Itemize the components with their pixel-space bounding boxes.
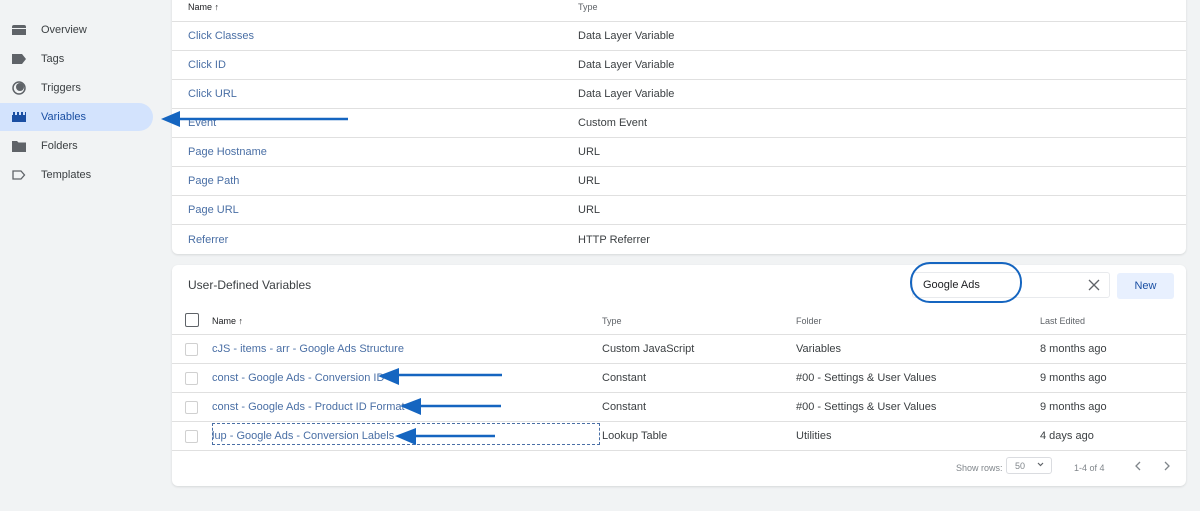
- variable-name-link[interactable]: Page Path: [188, 175, 239, 187]
- variable-name-link[interactable]: const - Google Ads - Conversion ID: [212, 372, 384, 384]
- template-icon: [11, 167, 27, 183]
- variable-name-link[interactable]: cJS - items - arr - Google Ads Structure: [212, 343, 404, 355]
- variable-last-edited: 8 months ago: [1040, 343, 1107, 355]
- chevron-down-icon: [1036, 460, 1045, 471]
- section-title: User-Defined Variables: [188, 278, 312, 292]
- variable-type: URL: [578, 175, 601, 187]
- variable-last-edited: 9 months ago: [1040, 401, 1107, 413]
- sidebar-item-label: Folders: [41, 140, 78, 152]
- sidebar: Overview Tags Triggers Variables Folders…: [0, 0, 160, 511]
- variables-icon: [11, 109, 27, 125]
- variable-type: Custom JavaScript: [602, 343, 695, 355]
- sidebar-item-label: Overview: [41, 24, 87, 36]
- variable-type: Custom Event: [578, 117, 648, 129]
- new-variable-button[interactable]: New: [1117, 273, 1174, 299]
- variable-type: URL: [578, 204, 601, 216]
- show-rows-label: Show rows:: [956, 463, 1003, 473]
- row-checkbox[interactable]: [185, 429, 198, 443]
- sidebar-item-triggers[interactable]: Triggers: [0, 74, 153, 102]
- chevron-left-icon[interactable]: [1131, 459, 1145, 473]
- close-icon[interactable]: [1086, 277, 1102, 293]
- variable-type: Constant: [602, 372, 647, 384]
- table-header: Name ↑ Type: [172, 0, 1186, 22]
- variable-name-link[interactable]: Page URL: [188, 204, 239, 216]
- pagination-range: 1-4 of 4: [1074, 463, 1105, 473]
- variable-last-edited: 4 days ago: [1040, 430, 1094, 442]
- variable-type: HTTP Referrer: [578, 233, 650, 246]
- trigger-icon: [11, 80, 27, 96]
- table-row: Page Path URL: [172, 167, 1186, 196]
- variable-name-link[interactable]: Click Classes: [188, 30, 254, 42]
- variable-type: Data Layer Variable: [578, 30, 675, 42]
- sort-arrow-icon: ↑: [214, 2, 220, 12]
- chevron-right-icon[interactable]: [1160, 459, 1174, 473]
- user-defined-variables-card: User-Defined Variables Google Ads New Na…: [172, 262, 1186, 486]
- variable-name-link[interactable]: Click URL: [188, 88, 237, 100]
- variable-folder: #00 - Settings & User Values: [796, 401, 937, 413]
- variable-last-edited: 9 months ago: [1040, 372, 1107, 384]
- variable-type: Data Layer Variable: [578, 88, 675, 100]
- sidebar-item-folders[interactable]: Folders: [0, 132, 153, 160]
- variable-type: Constant: [602, 401, 647, 413]
- table-row: cJS - items - arr - Google Ads Structure…: [172, 335, 1186, 364]
- variable-folder: #00 - Settings & User Values: [796, 372, 937, 384]
- table-row: const - Google Ads - Product ID Format C…: [172, 393, 1186, 422]
- sidebar-item-variables[interactable]: Variables: [0, 103, 153, 131]
- variable-name-link[interactable]: Referrer: [188, 234, 228, 246]
- table-row: Click Classes Data Layer Variable: [172, 22, 1186, 51]
- variable-type: Lookup Table: [602, 430, 668, 442]
- variable-type: URL: [578, 146, 601, 158]
- column-header-folder[interactable]: Folder: [796, 316, 822, 326]
- sort-arrow-icon: ↑: [238, 316, 244, 326]
- table-row: Page URL URL: [172, 196, 1186, 225]
- variable-folder: Variables: [796, 343, 842, 355]
- rows-per-page-select[interactable]: 50: [1006, 457, 1052, 474]
- table-row: Event Custom Event: [172, 109, 1186, 138]
- sidebar-item-overview[interactable]: Overview: [0, 16, 153, 44]
- table-row: const - Google Ads - Conversion ID Const…: [172, 364, 1186, 393]
- sidebar-item-label: Variables: [41, 111, 87, 123]
- variable-folder: Utilities: [796, 430, 832, 442]
- row-checkbox[interactable]: [185, 371, 198, 385]
- variable-type: Data Layer Variable: [578, 59, 675, 71]
- column-header-type[interactable]: Type: [578, 2, 598, 12]
- table-row: lup - Google Ads - Conversion Labels Loo…: [172, 422, 1186, 451]
- table-row: Referrer HTTP Referrer: [172, 225, 1186, 254]
- overview-icon: [11, 22, 27, 38]
- builtin-variables-card: Name ↑ Type Click Classes Data Layer Var…: [172, 0, 1186, 254]
- variable-name-link[interactable]: Page Hostname: [188, 146, 267, 158]
- column-header-name[interactable]: Name ↑: [212, 316, 243, 326]
- variable-name-link[interactable]: Event: [188, 117, 216, 129]
- folder-icon: [11, 138, 27, 154]
- column-header-last-edited[interactable]: Last Edited: [1040, 316, 1085, 326]
- sidebar-item-tags[interactable]: Tags: [0, 45, 153, 73]
- select-all-checkbox[interactable]: [185, 313, 199, 327]
- column-header-type[interactable]: Type: [602, 316, 622, 326]
- tag-icon: [11, 51, 27, 67]
- row-checkbox[interactable]: [185, 342, 198, 356]
- table-row: Click ID Data Layer Variable: [172, 51, 1186, 80]
- pagination-footer: Show rows: 50 1-4 of 4: [172, 456, 1186, 480]
- variable-name-link[interactable]: lup - Google Ads - Conversion Labels: [212, 430, 394, 442]
- variable-name-link[interactable]: const - Google Ads - Product ID Format: [212, 401, 405, 413]
- sidebar-item-label: Tags: [41, 53, 65, 65]
- table-header: Name ↑ Type Folder Last Edited: [172, 305, 1186, 335]
- table-row: Click URL Data Layer Variable: [172, 80, 1186, 109]
- sidebar-item-label: Templates: [41, 169, 92, 181]
- search-value: Google Ads: [923, 279, 980, 291]
- sidebar-item-label: Triggers: [41, 82, 81, 94]
- sidebar-item-templates[interactable]: Templates: [0, 161, 153, 189]
- table-row: Page Hostname URL: [172, 138, 1186, 167]
- column-header-name[interactable]: Name ↑: [188, 2, 219, 12]
- variable-name-link[interactable]: Click ID: [188, 59, 226, 71]
- row-checkbox[interactable]: [185, 400, 198, 414]
- search-input[interactable]: Google Ads: [912, 272, 1110, 298]
